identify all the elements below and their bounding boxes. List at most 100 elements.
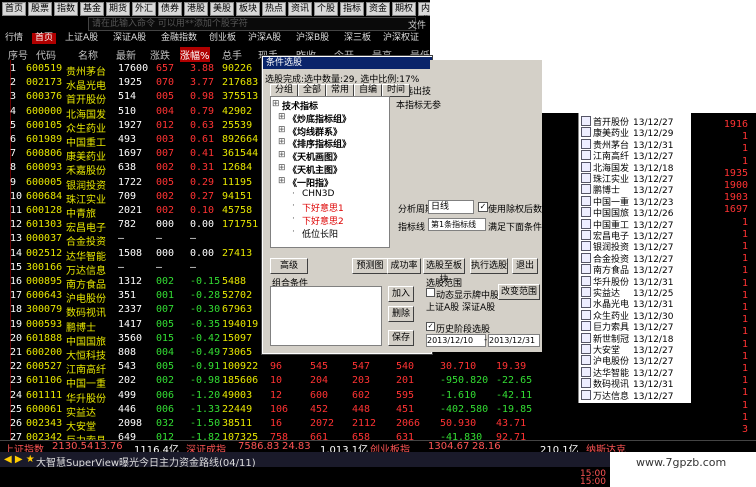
date-from-input[interactable]: 2013/12/10 [426,334,486,347]
delete-button[interactable]: 删除 [388,306,414,322]
cell-code: 600200 [26,347,63,358]
tree-item[interactable]: 《均线群系》 [288,125,342,138]
menu-item[interactable]: 期权 [392,2,417,16]
cell-seq: 7 [10,148,17,160]
cell-pct: -0.98 [190,375,221,387]
cell-chg: 012 [156,119,175,131]
stock-icon [581,184,591,195]
tree-item[interactable]: 技术指标 [282,99,318,112]
tab-6[interactable]: 沪深A股 [245,33,284,44]
menu-item[interactable]: 热点 [262,2,287,16]
menu-item[interactable]: 美股 [210,2,235,16]
rights-checkbox[interactable]: ✓ [478,202,488,212]
menu-item[interactable]: 基金 [80,2,105,16]
change-range-button[interactable]: 改变范围 [498,284,540,300]
tree-expand-icon[interactable]: · [292,189,295,199]
column-header[interactable]: 名称 [78,47,98,62]
right-number: 1697 [723,204,748,216]
tree-item[interactable]: 《天机主图》 [288,163,342,176]
tree-item[interactable]: 《炒底指标组》 [288,112,351,125]
advanced-button[interactable]: 高级 [270,258,308,274]
tab-2[interactable]: 上证A股 [62,33,101,44]
right-number: 1 [741,253,748,265]
time-2: 15:00 [580,477,606,487]
exit-button[interactable]: 退出 [512,258,538,274]
tree-expand-icon[interactable]: ⊞ [278,176,286,186]
menu-item[interactable]: 指数 [54,2,79,16]
tail-cell: 2066 [396,418,421,429]
tree-expand-icon[interactable]: ⊞ [278,163,286,173]
execute-button[interactable]: 执行选股 [470,258,508,274]
ticker-arrows-icon[interactable]: ◀ ▶ ★ [4,454,35,465]
tree-expand-icon[interactable]: ⊞ [278,125,286,135]
stock-icon [581,344,591,354]
tree-item[interactable]: CHN3D [302,189,334,199]
column-header[interactable]: 涨跌 [150,47,170,62]
menu-item[interactable]: 港股 [184,2,209,16]
menu-item[interactable]: 指标 [340,2,365,16]
tree-expand-icon[interactable]: ⊞ [278,112,286,122]
menu-item[interactable]: 债券 [158,2,183,16]
cell-seq: 22 [10,361,23,373]
right-number: 1903 [723,192,748,204]
menu-item[interactable]: 资金 [366,2,391,16]
column-header[interactable]: 代码 [36,47,56,62]
tree-item[interactable]: 《天机画图》 [288,150,342,163]
tab-0[interactable]: 行情 [2,33,26,44]
to-block-button[interactable]: 选股至板块 [423,258,465,285]
dynamic-checkbox[interactable] [426,288,435,297]
menu-item[interactable]: 资讯 [288,2,313,16]
tree-expand-icon[interactable]: ⊞ [278,150,286,160]
cell-seq: 12 [10,219,23,231]
tab-8[interactable]: 深三板 [341,33,374,44]
success-rate-button[interactable]: 成功率 [387,258,421,274]
tab-4[interactable]: 金融指数 [158,33,200,44]
tail-cell: -42.11 [496,389,533,401]
menu-item[interactable]: 外汇 [132,2,157,16]
cell-code: 600527 [26,361,63,373]
result-list-item[interactable]: 万达信息 13/12/27 [581,389,673,402]
combo-list[interactable] [270,286,382,346]
tab-3[interactable]: 深证A股 [110,33,149,44]
stock-icon [581,195,591,206]
right-number: 1 [741,338,748,350]
cell-vol: 27413 [222,247,253,259]
tree-expand-icon[interactable]: · [292,227,295,237]
column-header[interactable]: 最新 [116,47,136,62]
menu-item[interactable]: 期货 [106,2,131,16]
dialog-title[interactable]: 条件选股 [263,57,432,69]
tab-1[interactable]: 首页 [32,33,57,44]
tree-item[interactable]: 下好意思1 [302,201,344,214]
menu-item[interactable]: 股票 [28,2,53,16]
date-to-input[interactable]: 2013/12/31 [488,334,540,347]
column-header[interactable]: 序号 [8,47,28,62]
tab-9[interactable]: 沪深权证 [380,33,422,44]
tree-item[interactable]: 《一阳指》 [288,176,333,189]
menu-item[interactable]: 首页 [2,2,27,16]
predict-button[interactable]: 预测图 [352,258,388,274]
tree-expand-icon[interactable]: · [292,201,295,211]
indicator-line-select[interactable]: 第1条指标线 [428,218,486,231]
period-select[interactable]: 日线 [428,200,474,214]
tree-item[interactable]: 《排序指标组》 [288,137,351,150]
cell-code: 600093 [26,162,63,174]
file-menu[interactable]: 文件 [408,18,426,31]
tab-5[interactable]: 创业板 [206,33,239,44]
tree-expand-icon[interactable]: ⊞ [272,99,280,109]
tree-item[interactable]: 低位长阳 [302,227,338,240]
result-list[interactable]: 首开股份 13/12/27 康美药业 13/12/29 贵州茅台 13/12/31 江南高纤… [578,113,691,403]
tree-expand-icon[interactable]: ⊞ [278,137,286,147]
cell-vol: 12684 [222,162,253,174]
menu-item[interactable]: 板块 [236,2,261,16]
add-button[interactable]: 加入 [388,286,414,302]
save-button[interactable]: 保存 [388,330,414,346]
cell-code: 300079 [26,304,63,316]
menu-item[interactable]: 个股 [314,2,339,16]
command-input[interactable]: 请在此输入命令 可以用**添加个股字符 [88,17,416,31]
history-checkbox[interactable]: ✓ [426,322,435,331]
column-header[interactable]: 总手 [222,47,242,62]
tree-item[interactable]: 下好意思2 [302,214,344,227]
column-header[interactable]: 涨幅% [180,47,210,62]
tree-expand-icon[interactable]: · [292,214,295,224]
tab-7[interactable]: 沪深B股 [293,33,332,44]
